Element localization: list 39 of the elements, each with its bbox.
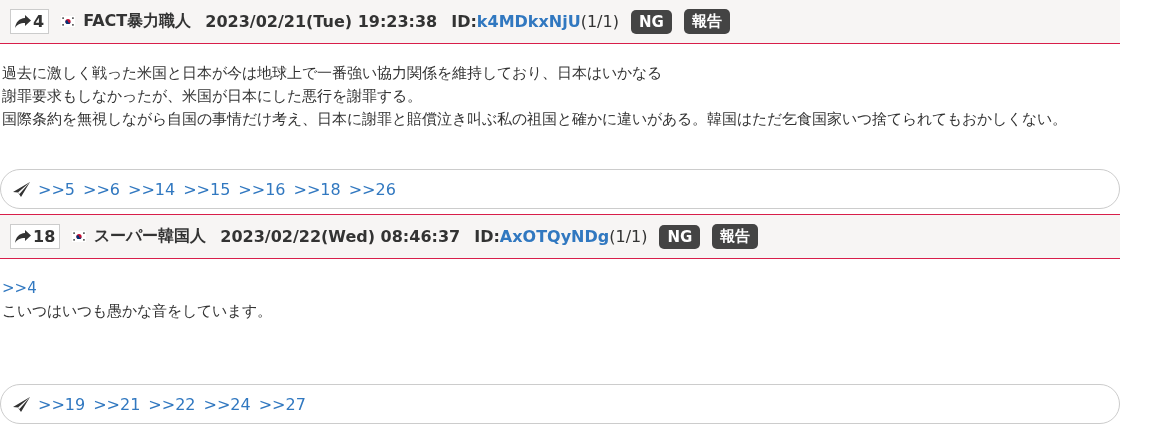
- action-button[interactable]: NG: [630, 9, 672, 34]
- post-text: 国際条約を無視しながら自国の事情だけ考え、日本に謝罪と賠償泣き叫ぶ私の祖国と確かに違いがある。韓国はただ乞食国家いつ捨てられてもおかしくない。: [2, 109, 1068, 130]
- flag-icon: [61, 16, 76, 27]
- id-label: ID:: [451, 12, 477, 31]
- reply-anchor-link[interactable]: >>4: [2, 277, 1120, 300]
- reply-link[interactable]: >>22: [148, 394, 196, 414]
- post-date: 2023/02/22(Wed) 08:46:37: [220, 227, 461, 246]
- reply-link[interactable]: >>14: [128, 179, 176, 199]
- reply-link[interactable]: >>16: [238, 179, 286, 199]
- id-label: ID:: [474, 227, 500, 246]
- share-arrow-icon: [15, 230, 31, 243]
- paper-plane-icon: [13, 181, 30, 197]
- share-arrow-icon: [15, 15, 31, 28]
- poster-name: FACT暴力職人: [83, 11, 192, 32]
- reply-link[interactable]: >>15: [183, 179, 231, 199]
- post-text: こいつはいつも愚かな音をしています。: [2, 301, 273, 322]
- flag-icon: [72, 231, 87, 242]
- user-id-link[interactable]: k4MDkxNjU: [476, 12, 581, 31]
- reply-link[interactable]: >>26: [348, 179, 396, 199]
- post-date: 2023/02/21(Tue) 19:23:38: [205, 12, 438, 31]
- user-id-link[interactable]: AxOTQyNDg: [499, 227, 610, 246]
- reply-link[interactable]: >>5: [38, 179, 75, 199]
- reply-link[interactable]: >>19: [38, 394, 86, 414]
- action-button[interactable]: 報告: [712, 224, 759, 249]
- reply-link[interactable]: >>21: [93, 394, 141, 414]
- reply-link[interactable]: >>6: [83, 179, 120, 199]
- reply-link[interactable]: >>27: [258, 394, 306, 414]
- action-button[interactable]: 報告: [683, 9, 730, 34]
- paper-plane-icon: [13, 396, 30, 412]
- id-post-count: (1/1): [609, 227, 648, 246]
- reply-count-button[interactable]: 4: [10, 9, 50, 34]
- reply-count-button[interactable]: 18: [10, 224, 61, 249]
- reply-link[interactable]: >>24: [203, 394, 251, 414]
- id-post-count: (1/1): [580, 12, 619, 31]
- reply-link[interactable]: >>18: [293, 179, 341, 199]
- post-text: 謝罪要求もしなかったが、米国が日本にした悪行を謝罪する。: [2, 86, 423, 107]
- action-button[interactable]: NG: [659, 224, 701, 249]
- post-text: 過去に激しく戦った米国と日本が今は地球上で一番強い協力関係を維持しており、日本はいかなる: [2, 63, 663, 84]
- poster-name: スーパー韓国人: [94, 226, 207, 247]
